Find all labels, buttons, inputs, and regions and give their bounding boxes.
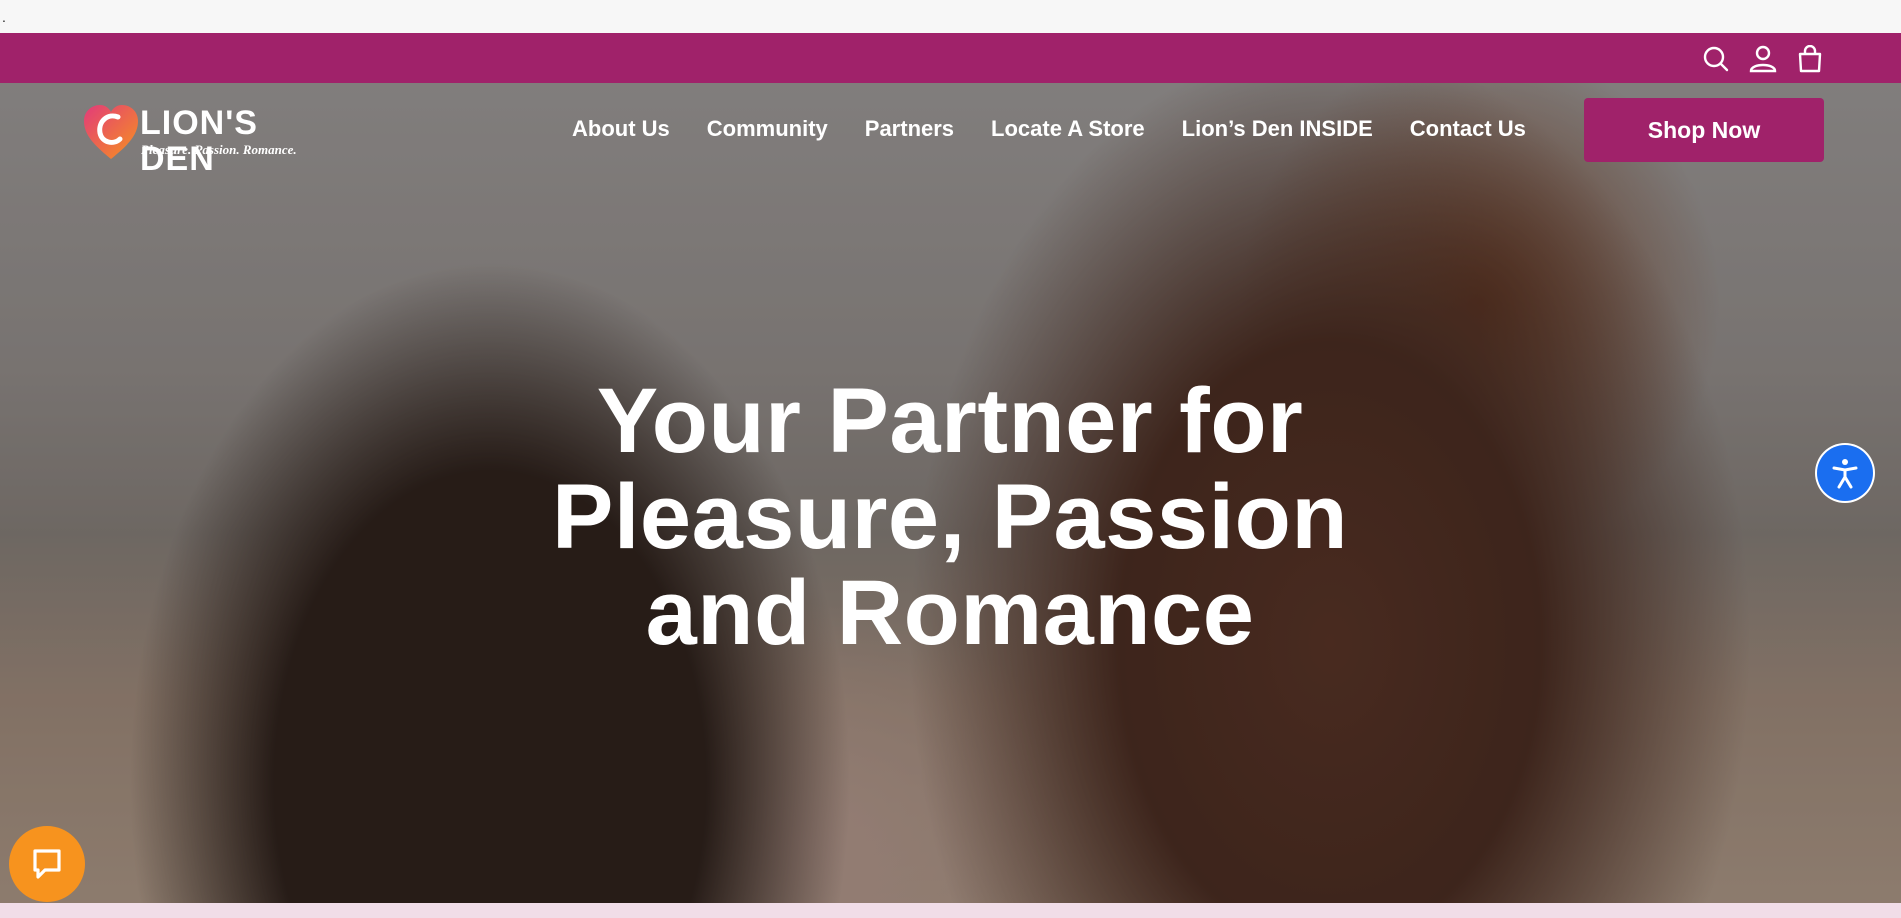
nav-partners[interactable]: Partners bbox=[865, 115, 954, 143]
bottom-strip bbox=[0, 903, 1901, 918]
hero-banner: Your Partner for Pleasure, Passion and R… bbox=[0, 83, 1901, 903]
nav-community[interactable]: Community bbox=[707, 115, 828, 143]
site-header: LION'S DEN Pleasure. Passion. Romance. A… bbox=[0, 83, 1901, 177]
nav-contact-us[interactable]: Contact Us bbox=[1410, 115, 1526, 143]
chat-bubble-icon bbox=[33, 849, 61, 879]
stray-text: . bbox=[2, 9, 6, 25]
logo-tagline: Pleasure. Passion. Romance. bbox=[141, 142, 297, 157]
utility-bar bbox=[0, 33, 1901, 83]
shop-now-button[interactable]: Shop Now bbox=[1584, 98, 1824, 162]
accessibility-button[interactable] bbox=[1817, 445, 1873, 501]
nav-about-us[interactable]: About Us bbox=[572, 115, 670, 143]
main-nav: About Us Community Partners Locate A Sto… bbox=[572, 115, 1563, 143]
nav-lions-den-inside[interactable]: Lion’s Den INSIDE bbox=[1182, 115, 1373, 143]
chat-button[interactable] bbox=[9, 826, 85, 902]
hero-title-line: Your Partner for bbox=[596, 370, 1304, 472]
nav-locate-a-store[interactable]: Locate A Store bbox=[991, 115, 1145, 143]
hero-title: Your Partner for Pleasure, Passion and R… bbox=[450, 373, 1450, 661]
hero-title-line: Pleasure, Passion bbox=[551, 466, 1349, 568]
logo[interactable]: LION'S DEN Pleasure. Passion. Romance. bbox=[84, 101, 334, 177]
logo-name: LION'S DEN bbox=[140, 104, 258, 178]
heart-logo-icon bbox=[84, 105, 138, 159]
shopping-bag-icon[interactable] bbox=[1794, 43, 1826, 75]
search-icon[interactable] bbox=[1700, 43, 1732, 75]
accessibility-icon bbox=[1832, 459, 1858, 489]
account-icon[interactable] bbox=[1747, 43, 1779, 75]
hero-title-line: and Romance bbox=[645, 562, 1255, 664]
